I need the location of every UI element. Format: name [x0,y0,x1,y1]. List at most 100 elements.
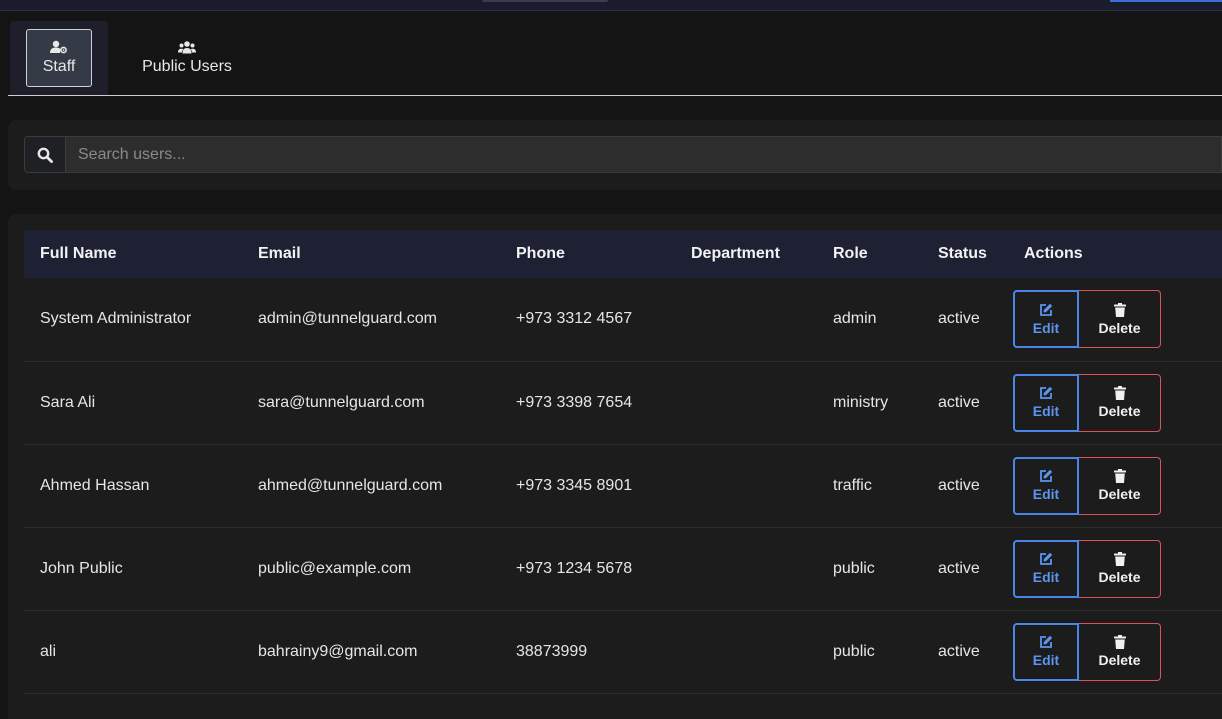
cell-role: ministry [833,393,889,411]
cell-email: sara@tunnelguard.com [258,393,425,411]
row-actions: Edit Delete [1013,290,1161,349]
cell-full-name: ali [40,642,57,660]
edit-button[interactable]: Edit [1013,456,1079,515]
trash-icon [1113,469,1126,483]
search-panel [8,120,1222,190]
cell-full-name: Sara Ali [40,393,96,411]
table-row: John Public public@example.com +973 1234… [24,527,1222,610]
cell-phone: +973 3345 8901 [516,476,633,494]
edit-button[interactable]: Edit [1013,622,1079,681]
cell-status: active [938,559,980,577]
tab-staff[interactable]: Staff [10,21,108,95]
cell-full-name: Ahmed Hassan [40,476,150,494]
edit-button[interactable]: Edit [1013,290,1079,349]
top-navbar [0,0,1222,11]
navbar-accent [1110,0,1222,2]
cell-phone: +973 3398 7654 [516,393,633,411]
table-row: Sara Ali sara@tunnelguard.com +973 3398 … [24,361,1222,444]
edit-button-label: Edit [1032,652,1060,668]
edit-button[interactable]: Edit [1013,373,1079,432]
trash-icon [1113,635,1126,649]
edit-button-label: Edit [1032,486,1060,502]
edit-icon [1040,552,1053,565]
search-group [24,136,1222,173]
column-header-department[interactable]: Department [675,230,817,278]
delete-button-label: Delete [1098,652,1141,668]
cell-status: active [938,476,980,494]
cell-email: bahrainy9@gmail.com [258,642,418,660]
user-type-tabs: Staff Public Users [8,21,1222,96]
delete-button[interactable]: Delete [1079,622,1161,681]
row-actions: Edit Delete [1013,373,1161,432]
delete-button-label: Delete [1098,486,1141,502]
column-header-email[interactable]: Email [242,230,500,278]
cell-department [675,278,817,361]
delete-button[interactable]: Delete [1079,290,1161,349]
cell-department [675,361,817,444]
cell-status: active [938,310,980,328]
cell-phone: +973 3312 4567 [516,310,633,328]
tab-public-users[interactable]: Public Users [128,21,246,95]
search-input[interactable] [66,136,1222,173]
cell-actions: Edit Delete [1008,527,1222,610]
edit-button-label: Edit [1032,319,1060,336]
search-button[interactable] [24,136,66,173]
delete-button[interactable]: Delete [1079,539,1161,598]
row-actions: Edit Delete [1013,456,1161,515]
cell-role: public [833,559,875,577]
cell-role: admin [833,310,877,328]
cell-actions: Edit Delete [1008,610,1222,693]
cell-phone: 38873999 [516,642,588,660]
tab-public-users-label: Public Users [142,58,232,75]
delete-button[interactable]: Delete [1079,373,1161,432]
table-header-row: Full Name Email Phone Department Role St… [24,230,1222,278]
table-row: Ahmed Hassan ahmed@tunnelguard.com +973 … [24,444,1222,527]
cell-department [675,527,817,610]
cell-phone: +973 1234 5678 [516,559,633,577]
cell-email: admin@tunnelguard.com [258,310,438,328]
navbar-indicator [482,0,608,2]
cell-actions: Edit Delete [1008,361,1222,444]
trash-icon [1113,302,1126,317]
cell-department [675,444,817,527]
table-row: System Administrator admin@tunnelguard.c… [24,278,1222,361]
cell-department [675,610,817,693]
delete-button[interactable]: Delete [1079,456,1161,515]
users-table-panel: Full Name Email Phone Department Role St… [8,214,1222,719]
column-header-role[interactable]: Role [817,230,922,278]
edit-icon [1040,469,1053,482]
users-table: Full Name Email Phone Department Role St… [24,230,1222,694]
edit-button-label: Edit [1032,569,1060,585]
cell-email: ahmed@tunnelguard.com [258,476,443,494]
trash-icon [1113,386,1126,400]
cell-status: active [938,642,980,660]
edit-icon [1040,303,1053,316]
delete-button-label: Delete [1098,403,1141,419]
edit-icon [1040,386,1053,399]
delete-button-label: Delete [1098,569,1141,585]
users-icon [178,41,196,54]
edit-button-label: Edit [1032,403,1060,419]
tab-staff-label: Staff [42,58,76,75]
cell-status: active [938,393,980,411]
column-header-full-name[interactable]: Full Name [24,230,242,278]
cell-role: traffic [833,476,872,494]
cell-actions: Edit Delete [1008,444,1222,527]
edit-icon [1040,635,1053,648]
search-icon [37,147,53,163]
table-row: ali bahrainy9@gmail.com 38873999 public … [24,610,1222,693]
cell-role: public [833,642,875,660]
delete-button-label: Delete [1098,319,1141,336]
cell-full-name: John Public [40,559,123,577]
cell-actions: Edit Delete [1008,278,1222,361]
tab-staff-active-frame[interactable]: Staff [26,29,92,87]
row-actions: Edit Delete [1013,622,1161,681]
user-gear-icon [50,40,67,54]
column-header-status[interactable]: Status [922,230,1008,278]
row-actions: Edit Delete [1013,539,1161,598]
cell-full-name: System Administrator [40,310,192,328]
edit-button[interactable]: Edit [1013,539,1079,598]
column-header-actions: Actions [1024,245,1083,262]
trash-icon [1113,552,1126,566]
column-header-phone[interactable]: Phone [500,230,675,278]
